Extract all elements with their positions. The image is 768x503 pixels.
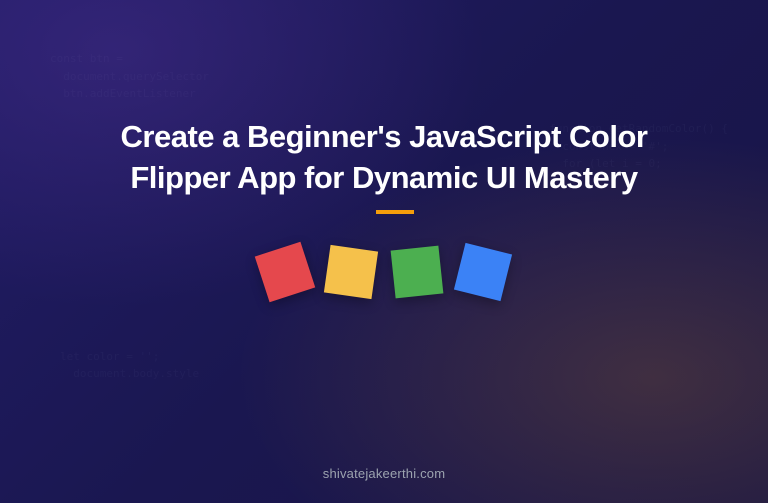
swatch-yellow xyxy=(324,245,378,299)
page-title: Create a Beginner's JavaScript Color Fli… xyxy=(104,117,664,198)
swatch-green xyxy=(391,245,444,298)
color-swatches xyxy=(261,248,507,296)
title-underline xyxy=(376,210,414,214)
swatch-red xyxy=(255,242,315,302)
footer-credit: shivatejakeerthi.com xyxy=(0,466,768,481)
swatch-blue xyxy=(454,243,512,301)
hero-container: Create a Beginner's JavaScript Color Fli… xyxy=(0,0,768,503)
underline-wrapper xyxy=(0,198,768,242)
